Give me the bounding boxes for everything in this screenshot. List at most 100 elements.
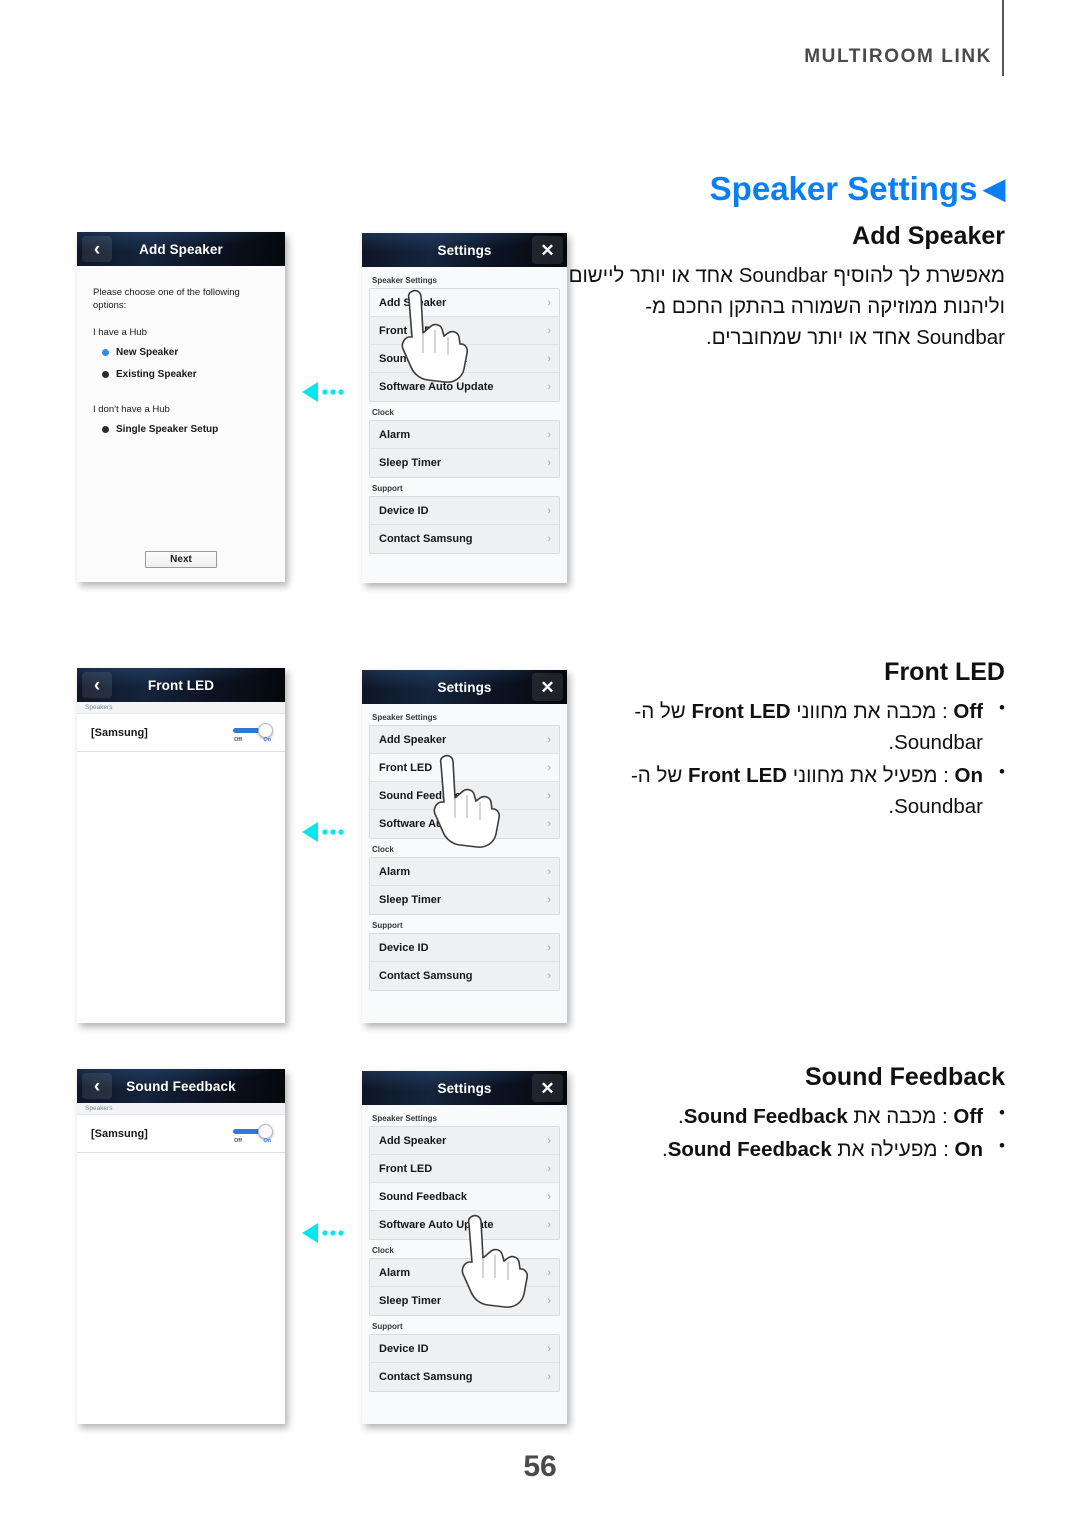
settings-row-label: Sleep Timer <box>379 894 442 906</box>
manual-page: MULTIROOM LINK Speaker Settings ◀ Add Spe… <box>0 0 1080 1527</box>
radio-label: Single Speaker Setup <box>116 424 219 436</box>
group-label-clock: Clock <box>372 845 394 854</box>
back-icon[interactable]: ‹ <box>82 1073 112 1099</box>
bullet-separator: : <box>936 1105 954 1128</box>
chevron-right-icon: › <box>547 865 551 878</box>
settings-row-add-speaker[interactable]: Add Speaker › <box>370 1127 559 1155</box>
settings-row-front-led[interactable]: Front LED › <box>370 1155 559 1183</box>
settings-card-clock: Alarm › Sleep Timer › <box>369 857 560 915</box>
list-item: Off : מכבה את Sound Feedback. <box>560 1100 1005 1132</box>
list-item: On : מפעיל את מחווני Front LED של ה-Soun… <box>560 759 1005 822</box>
settings-row-label: Software Auto Update <box>379 381 494 393</box>
add-speaker-body: Please choose one of the following optio… <box>77 266 285 582</box>
radio-label: New Speaker <box>116 347 179 359</box>
toggle-off-label: Off <box>234 1137 242 1144</box>
chevron-right-icon: › <box>547 352 551 365</box>
settings-row-device-id[interactable]: Device ID › <box>370 497 559 525</box>
settings-row-sleep-timer[interactable]: Sleep Timer › <box>370 886 559 914</box>
settings-row-sleep-timer[interactable]: Sleep Timer › <box>370 1287 559 1315</box>
settings-row-sound-feedback[interactable]: Sound Feedback › <box>370 782 559 810</box>
settings-row-add-speaker[interactable]: Add Speaker › <box>370 726 559 754</box>
bullet-text-a: מפעיל את מחווני <box>787 764 938 788</box>
settings-row-contact-samsung[interactable]: Contact Samsung › <box>370 962 559 990</box>
settings-row-label: Front LED <box>379 324 433 337</box>
group-label-support: Support <box>372 484 403 493</box>
settings-row-software-auto-update[interactable]: Software Auto Update › <box>370 810 559 838</box>
sound-feedback-toggle[interactable]: Off On <box>233 1123 273 1145</box>
settings-row-add-speaker[interactable]: Add Speaker › <box>370 289 559 317</box>
screenshot-settings-add-speaker: Settings ✕ Speaker Settings Add Speaker … <box>362 233 567 583</box>
screenshot-sound-feedback: ‹ Sound Feedback Speakers [Samsung] Off … <box>77 1069 285 1424</box>
close-icon[interactable]: ✕ <box>532 236 563 264</box>
app-title: Front LED <box>147 677 215 693</box>
chevron-right-icon: › <box>547 1266 551 1279</box>
settings-row-sound-feedback[interactable]: Sound Feedback › <box>370 345 559 373</box>
chevron-right-icon: › <box>547 1342 551 1355</box>
settings-card-speaker: Add Speaker › Front LED › Sound Feedback… <box>369 725 560 839</box>
settings-card-support: Device ID › Contact Samsung › <box>369 1334 560 1392</box>
radio-unselected-icon <box>102 371 109 379</box>
app-title-bar: Settings ✕ <box>362 233 567 267</box>
speaker-name: [Samsung] <box>91 1127 148 1140</box>
bullet-list: Off : מכבה את Sound Feedback. On : מפעיל… <box>560 1100 1005 1165</box>
back-icon[interactable]: ‹ <box>82 236 112 262</box>
close-icon[interactable]: ✕ <box>532 1074 563 1102</box>
empty-list-area <box>77 1153 285 1343</box>
bullet-term: Sound Feedback <box>683 1105 848 1128</box>
front-led-toggle[interactable]: Off On <box>233 722 273 744</box>
group-label-clock: Clock <box>372 408 394 417</box>
section-label-speakers: Speakers <box>77 702 285 714</box>
close-icon[interactable]: ✕ <box>532 673 563 701</box>
settings-row-label: Sound Feedback <box>379 1190 468 1203</box>
empty-list-area <box>77 752 285 942</box>
settings-row-label: Add Speaker <box>379 733 447 746</box>
settings-row-sound-feedback[interactable]: Sound Feedback › <box>370 1183 559 1211</box>
settings-row-device-id[interactable]: Device ID › <box>370 1335 559 1363</box>
chevron-right-icon: › <box>547 1134 551 1147</box>
section-paragraph: מאפשרת לך להוסיף Soundbar אחד או יותר לי… <box>568 264 1005 350</box>
settings-card-speaker: Add Speaker › Front LED › Sound Feedback… <box>369 288 560 402</box>
app-title-bar: Settings ✕ <box>362 1071 567 1105</box>
page-title: Speaker Settings ◀ <box>710 170 1005 208</box>
settings-row-contact-samsung[interactable]: Contact Samsung › <box>370 525 559 553</box>
settings-row-alarm[interactable]: Alarm › <box>370 858 559 886</box>
toggle-off-label: Off <box>234 736 242 743</box>
speaker-row[interactable]: [Samsung] Off On <box>77 1115 285 1153</box>
settings-card-speaker: Add Speaker › Front LED › Sound Feedback… <box>369 1126 560 1240</box>
settings-row-software-auto-update[interactable]: Software Auto Update › <box>370 373 559 401</box>
settings-body: Speaker Settings Add Speaker › Front LED… <box>362 1105 567 1424</box>
settings-row-label: Sound Feedback <box>379 352 468 365</box>
settings-row-front-led[interactable]: Front LED › <box>370 754 559 782</box>
back-icon[interactable]: ‹ <box>82 672 112 698</box>
speaker-row[interactable]: [Samsung] Off On <box>77 714 285 752</box>
bullet-term: Sound Feedback <box>667 1138 832 1162</box>
radio-option-single-speaker-setup[interactable]: Single Speaker Setup <box>102 424 269 435</box>
screenshot-front-led: ‹ Front LED Speakers [Samsung] Off On <box>77 668 285 1023</box>
radio-option-existing-speaker[interactable]: Existing Speaker <box>102 369 269 380</box>
settings-body: Speaker Settings Add Speaker › Front LED… <box>362 704 567 1023</box>
settings-row-alarm[interactable]: Alarm › <box>370 421 559 449</box>
settings-row-alarm[interactable]: Alarm › <box>370 1259 559 1287</box>
settings-row-software-auto-update[interactable]: Software Auto Update › <box>370 1211 559 1239</box>
settings-row-sleep-timer[interactable]: Sleep Timer › <box>370 449 559 477</box>
section-heading: Front LED <box>884 658 1005 686</box>
chevron-right-icon: › <box>547 1295 551 1307</box>
next-button[interactable]: Next <box>145 551 217 568</box>
group-label-speaker-settings: Speaker Settings <box>372 276 437 285</box>
settings-row-label: Add Speaker <box>379 296 447 309</box>
toggle-knob[interactable] <box>258 722 273 738</box>
list-item: Off : מכבה את מחווני Front LED של ה-Soun… <box>560 695 1005 758</box>
bullet-text-a: מכבה את מחווני <box>790 700 937 723</box>
app-title: Settings <box>437 679 492 695</box>
settings-row-device-id[interactable]: Device ID › <box>370 934 559 962</box>
toggle-knob[interactable] <box>258 1123 273 1139</box>
chevron-right-icon: › <box>547 1371 551 1383</box>
group-label-support: Support <box>372 921 403 930</box>
screenshot-settings-front-led: Settings ✕ Speaker Settings Add Speaker … <box>362 670 567 1023</box>
settings-row-contact-samsung[interactable]: Contact Samsung › <box>370 1363 559 1391</box>
radio-option-new-speaker[interactable]: New Speaker <box>102 347 269 358</box>
group-label-speaker-settings: Speaker Settings <box>372 1114 437 1123</box>
settings-row-front-led[interactable]: Front LED › <box>370 317 559 345</box>
settings-body: Speaker Settings Add Speaker › Front LED… <box>362 267 567 583</box>
